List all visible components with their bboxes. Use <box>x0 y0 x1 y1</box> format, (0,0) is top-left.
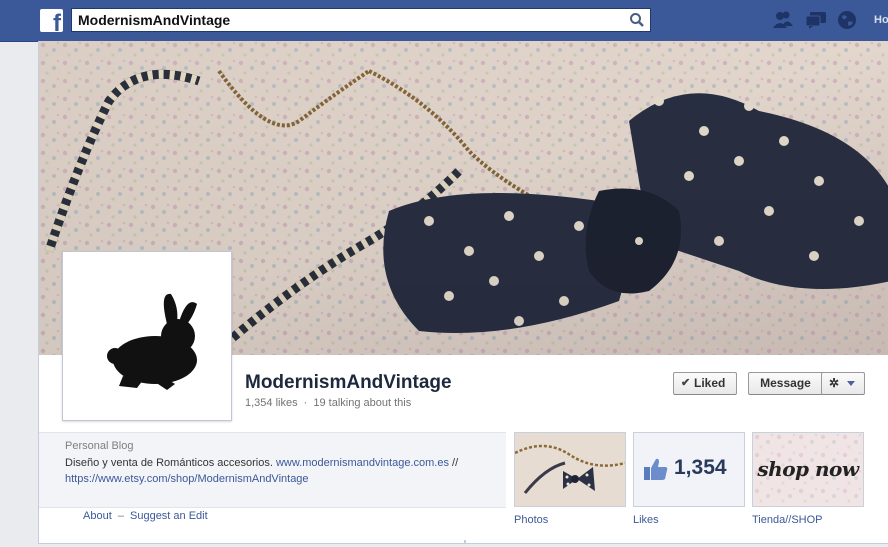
search-input[interactable] <box>78 11 618 29</box>
gear-icon: ✲ <box>829 376 840 390</box>
about-description: Diseño y venta de Románticos accesorios.… <box>65 455 485 487</box>
liked-button[interactable]: ✔ Liked <box>673 372 737 395</box>
stats-separator: · <box>303 397 308 409</box>
messages-icon[interactable] <box>805 10 827 30</box>
suggest-edit-link[interactable]: Suggest an Edit <box>130 510 208 522</box>
page-title[interactable]: ModernismAndVintage <box>245 372 452 394</box>
notifications-globe-icon[interactable] <box>836 10 858 30</box>
settings-dropdown-button[interactable]: ✲ <box>821 372 865 395</box>
description-text: Diseño y venta de Románticos accesorios. <box>65 457 273 469</box>
shop-now-text: shop now <box>757 457 859 481</box>
etsy-link[interactable]: https://www.etsy.com/shop/ModernismAndVi… <box>65 473 309 485</box>
timeline-divider <box>464 540 466 544</box>
likes-label[interactable]: Likes <box>633 514 659 526</box>
friend-requests-icon[interactable] <box>772 10 794 30</box>
likes-tile-count: 1,354 <box>674 456 727 479</box>
about-link[interactable]: About <box>83 510 112 522</box>
home-link[interactable]: Ho <box>874 14 888 26</box>
about-section: Personal Blog Diseño y venta de Romántic… <box>39 432 506 508</box>
about-links: About – Suggest an Edit <box>83 510 208 522</box>
checkmark-icon: ✔ <box>681 377 691 389</box>
photos-thumbnail <box>515 433 625 506</box>
about-links-separator: – <box>117 510 124 522</box>
facebook-logo-icon[interactable]: f <box>40 9 63 32</box>
photos-label[interactable]: Photos <box>514 514 548 526</box>
shop-label[interactable]: Tienda//SHOP <box>752 514 823 526</box>
page-stats: 1,354 likes · 19 talking about this <box>245 397 411 409</box>
liked-button-label: Liked <box>694 376 726 390</box>
top-bar: f Ho <box>0 0 888 42</box>
page-container: ModernismAndVintage 1,354 likes · 19 tal… <box>38 41 888 544</box>
likes-count-text[interactable]: 1,354 likes <box>245 397 298 409</box>
page-category[interactable]: Personal Blog <box>65 440 134 452</box>
message-button[interactable]: Message <box>748 372 823 395</box>
rabbit-silhouette-icon <box>107 293 197 390</box>
link-separator: // <box>452 457 459 469</box>
photos-tile[interactable] <box>514 432 626 507</box>
chevron-down-icon <box>847 381 855 386</box>
search-box[interactable] <box>71 8 651 32</box>
message-button-label: Message <box>760 376 811 390</box>
search-icon[interactable] <box>629 12 645 28</box>
shop-tile[interactable]: shop now <box>752 432 864 507</box>
profile-picture[interactable] <box>62 251 232 421</box>
likes-tile[interactable]: 1,354 <box>633 432 745 507</box>
thumbs-up-icon <box>644 458 668 480</box>
website-link[interactable]: www.modernismandvintage.com.es <box>276 457 449 469</box>
talking-about-text: 19 talking about this <box>313 397 412 409</box>
